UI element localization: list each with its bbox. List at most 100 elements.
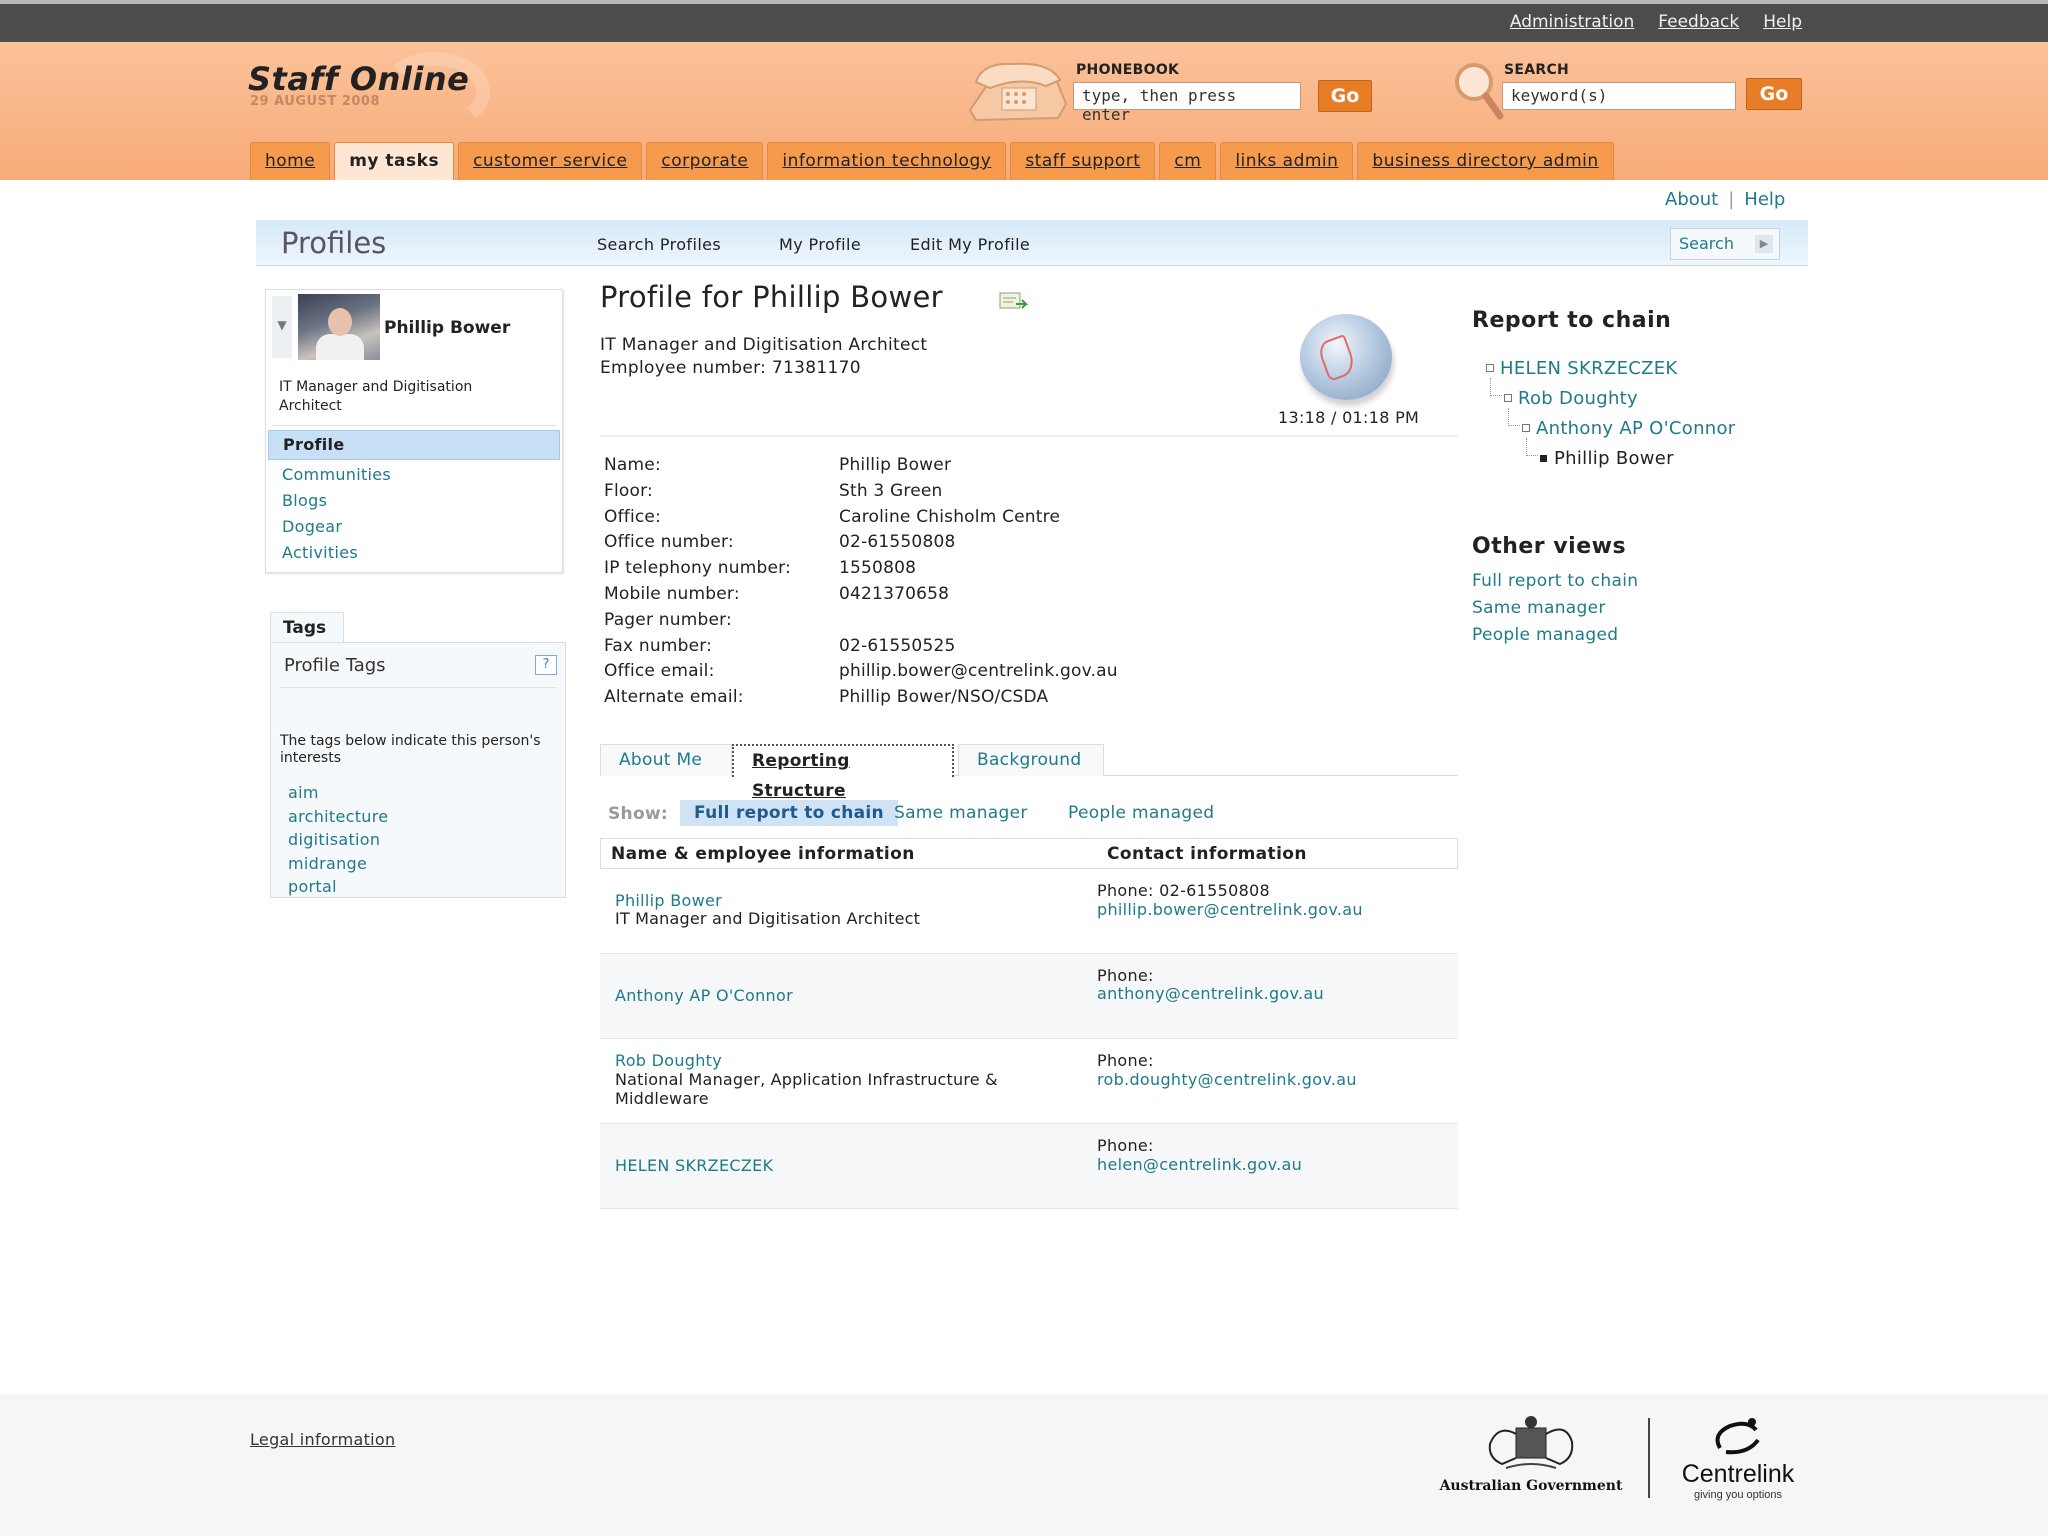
card-name: Phillip Bower — [384, 318, 511, 338]
legal-information-link[interactable]: Legal information — [250, 1430, 395, 1449]
search-profiles-link[interactable]: Search Profiles — [597, 235, 721, 254]
centrelink-swirl-icon — [1715, 1418, 1760, 1455]
centrelink-tagline: giving you options — [1693, 1489, 1783, 1501]
help-link-secondary[interactable]: Help — [1744, 189, 1785, 210]
side-nav-activities[interactable]: Activities — [268, 540, 560, 566]
phonebook-go-button[interactable]: Go — [1318, 80, 1372, 112]
tag-digitisation[interactable]: digitisation — [288, 830, 388, 854]
tab-reporting-structure[interactable]: Reporting Structure — [732, 744, 954, 801]
other-view-people-managed[interactable]: People managed — [1472, 625, 1638, 652]
office-email-link[interactable]: phillip.bower@centrelink.gov.au — [839, 661, 1118, 681]
utility-links: About | Help — [1665, 189, 1785, 210]
field-row: Office: Caroline Chisholm Centre — [604, 507, 1118, 533]
chain-node-link[interactable]: Rob Doughty — [1518, 388, 1638, 409]
nav-tab-business-directory-admin[interactable]: business directory admin — [1357, 142, 1614, 180]
side-nav-dogear[interactable]: Dogear — [268, 514, 560, 540]
row-email-link[interactable]: rob.doughty@centrelink.gov.au — [1097, 1070, 1357, 1089]
nav-tab-staff-support[interactable]: staff support — [1010, 142, 1156, 180]
row-email-link[interactable]: phillip.bower@centrelink.gov.au — [1097, 900, 1363, 919]
filter-full-report-to-chain[interactable]: Full report to chain — [680, 800, 898, 826]
profile-fields: Name: Phillip Bower Floor: Sth 3 Green Off… — [604, 455, 1118, 713]
field-value: Phillip Bower — [839, 455, 952, 475]
government-text: Australian Government — [1439, 1478, 1623, 1494]
right-column: Report to chain HELEN SKRZECZEK Rob Doug… — [1472, 308, 1812, 645]
row-phone: Phone: — [1097, 966, 1154, 985]
nav-tab-corporate[interactable]: corporate — [646, 142, 764, 180]
site-footer: Legal information Australian Government … — [0, 1394, 2048, 1536]
filter-people-managed[interactable]: People managed — [1054, 800, 1228, 826]
tree-node-icon — [1522, 424, 1530, 432]
site-date: 29 AUGUST 2008 — [250, 94, 380, 109]
chain-node: HELEN SKRZECZEK — [1486, 358, 1736, 388]
tab-background[interactable]: Background — [958, 744, 1104, 776]
profile-side-nav: Profile Communities Blogs Dogear Activit… — [268, 430, 560, 566]
profiles-bar: Profiles Search Profiles My Profile Edit… — [256, 220, 1808, 266]
vcard-download-icon[interactable] — [998, 290, 1028, 314]
field-value: 0421370658 — [839, 583, 950, 604]
row-name-link[interactable]: Phillip Bower — [615, 891, 722, 910]
tags-divider — [279, 687, 557, 688]
side-nav-blogs[interactable]: Blogs — [268, 488, 560, 514]
row-name-link[interactable]: Rob Doughty — [615, 1051, 722, 1070]
footer-divider — [1648, 1418, 1650, 1498]
my-profile-link[interactable]: My Profile — [779, 235, 861, 254]
column-header-contact: Contact information — [1107, 844, 1307, 864]
tag-architecture[interactable]: architecture — [288, 807, 388, 831]
globe-continent — [1316, 334, 1358, 382]
alternate-email-link[interactable]: Phillip Bower/NSO/CSDA — [839, 687, 1048, 707]
profiles-search-button[interactable]: Search ▶ — [1670, 228, 1780, 260]
magnifier-icon — [1455, 63, 1504, 120]
other-view-full-report-to-chain[interactable]: Full report to chain — [1472, 571, 1638, 598]
row-name-link[interactable]: HELEN SKRZECZEK — [615, 1156, 773, 1175]
tag-midrange[interactable]: midrange — [288, 854, 388, 878]
chain-node: Anthony AP O'Connor — [1486, 408, 1736, 448]
nav-tab-home[interactable]: home — [250, 142, 331, 180]
edit-my-profile-link[interactable]: Edit My Profile — [910, 235, 1030, 254]
search-go-button[interactable]: Go — [1746, 78, 1802, 110]
site-logo[interactable]: Staff Online — [248, 60, 469, 98]
field-value: 02-61550525 — [839, 635, 956, 656]
field-row: Fax number: 02-61550525 — [604, 636, 1118, 662]
row-job-title: IT Manager and Digitisation Architect — [615, 909, 921, 928]
row-name-link[interactable]: Anthony AP O'Connor — [615, 986, 793, 1005]
card-job-title: IT Manager and Digitisation Architect — [279, 379, 473, 414]
profile-job-title: IT Manager and Digitisation Architect — [600, 335, 928, 355]
feedback-link[interactable]: Feedback — [1658, 12, 1739, 32]
profile-subtabs: About Me Reporting Structure Background — [600, 744, 1458, 801]
row-email-link[interactable]: helen@centrelink.gov.au — [1097, 1155, 1302, 1174]
tag-aim[interactable]: aim — [288, 783, 388, 807]
search-label: SEARCH — [1504, 62, 1570, 78]
help-icon[interactable]: ? — [535, 655, 557, 675]
row-email-link[interactable]: anthony@centrelink.gov.au — [1097, 984, 1324, 1003]
tree-node-icon — [1486, 364, 1494, 372]
side-nav-communities[interactable]: Communities — [268, 462, 560, 488]
chain-node-link[interactable]: HELEN SKRZECZEK — [1500, 358, 1678, 379]
row-phone: Phone: — [1097, 1051, 1154, 1070]
field-label: Floor: — [604, 480, 653, 501]
nav-tab-customer-service[interactable]: customer service — [458, 142, 643, 180]
tag-portal[interactable]: portal — [288, 877, 388, 901]
tab-about-me[interactable]: About Me — [600, 744, 732, 776]
phonebook-input[interactable]: type, then press enter — [1073, 82, 1301, 124]
administration-link[interactable]: Administration — [1510, 12, 1634, 32]
collapse-toggle[interactable]: ▼ — [272, 296, 292, 358]
other-view-same-manager[interactable]: Same manager — [1472, 598, 1638, 625]
side-nav-profile[interactable]: Profile — [268, 430, 560, 460]
tags-description: The tags below indicate this person's in… — [280, 733, 541, 766]
nav-tab-information-technology[interactable]: information technology — [767, 142, 1007, 180]
nav-tab-links-admin[interactable]: links admin — [1220, 142, 1354, 180]
avatar-head — [328, 308, 352, 336]
tags-tab[interactable]: Tags — [270, 612, 344, 642]
field-row: IP telephony number: 1550808 — [604, 558, 1118, 584]
nav-tab-cm[interactable]: cm — [1159, 142, 1217, 180]
filter-same-manager[interactable]: Same manager — [880, 800, 1042, 826]
keyword-search-input[interactable]: keyword(s) — [1502, 82, 1736, 110]
nav-tab-my-tasks[interactable]: my tasks — [334, 142, 455, 180]
profile-heading: Profile for Phillip Bower — [600, 280, 943, 314]
field-value: 02-61550808 — [839, 532, 956, 553]
help-link[interactable]: Help — [1763, 12, 1802, 32]
about-link[interactable]: About — [1665, 189, 1718, 210]
field-label: Office number: — [604, 532, 734, 553]
row-job-title: National Manager, Application Infrastruc… — [615, 1070, 998, 1108]
chain-node-link[interactable]: Anthony AP O'Connor — [1536, 418, 1736, 439]
